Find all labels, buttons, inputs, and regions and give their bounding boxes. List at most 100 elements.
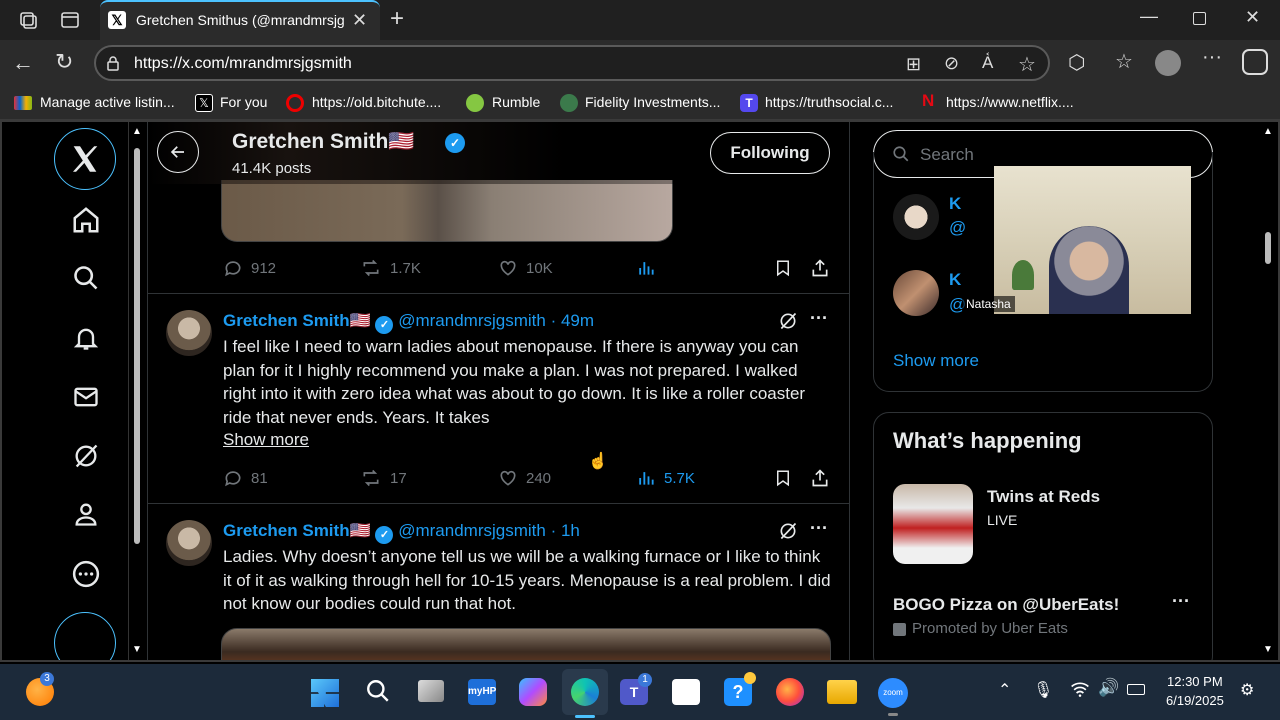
favorites-icon[interactable]: ☆ bbox=[1115, 49, 1133, 74]
profile-avatar[interactable] bbox=[1155, 50, 1181, 76]
left-scrollbar[interactable]: ▲ ▼ bbox=[128, 122, 146, 660]
post-handle[interactable]: @mrandmrsjgsmith bbox=[398, 521, 546, 540]
trend-title[interactable]: Twins at Reds bbox=[987, 487, 1100, 507]
post-author-name[interactable]: Gretchen Smith🇺🇸 bbox=[223, 521, 371, 540]
views-metric[interactable] bbox=[636, 258, 656, 278]
share-icon[interactable] bbox=[810, 258, 830, 283]
notification-bell-icon[interactable]: ⚙ bbox=[1240, 680, 1254, 700]
post-more-icon[interactable]: ··· bbox=[810, 518, 828, 539]
messages-icon[interactable] bbox=[62, 373, 110, 421]
right-scrollbar[interactable]: ▲ ▼ bbox=[1260, 122, 1278, 660]
views-metric[interactable]: 5.7K bbox=[636, 468, 695, 488]
bookmark-item[interactable]: Fidelity Investments... bbox=[585, 94, 720, 110]
promo-more-icon[interactable]: ··· bbox=[1172, 591, 1190, 612]
bookmark-icon[interactable] bbox=[774, 258, 792, 283]
follow-suggestion-name[interactable]: K bbox=[949, 270, 961, 290]
taskbar-search-icon[interactable] bbox=[365, 678, 391, 709]
wifi-icon[interactable] bbox=[1070, 680, 1090, 703]
video-call-overlay[interactable] bbox=[994, 166, 1191, 314]
account-switcher-avatar[interactable] bbox=[54, 612, 116, 660]
scroll-down-icon[interactable]: ▼ bbox=[1263, 644, 1273, 655]
repost-metric[interactable]: 17 bbox=[360, 468, 407, 488]
like-metric[interactable]: 10K bbox=[498, 258, 553, 278]
like-metric[interactable]: 240 bbox=[498, 468, 551, 488]
back-icon[interactable]: ← bbox=[12, 50, 34, 76]
scroll-thumb[interactable] bbox=[134, 148, 140, 544]
post-avatar[interactable] bbox=[166, 520, 212, 566]
bookmark-icon[interactable] bbox=[774, 468, 792, 493]
post-media[interactable] bbox=[221, 628, 831, 660]
profile-icon[interactable] bbox=[62, 490, 110, 538]
myhp-icon[interactable]: myHP bbox=[468, 679, 496, 705]
site-info-icon[interactable] bbox=[105, 55, 121, 71]
follow-suggestion-avatar[interactable] bbox=[893, 194, 939, 240]
clock-date[interactable]: 6/19/2025 bbox=[1166, 693, 1224, 708]
bookmark-item[interactable]: https://truthsocial.c... bbox=[765, 94, 893, 110]
active-tab[interactable]: 𝕏 Gretchen Smithus (@mrandmrsjg ✕ bbox=[100, 0, 380, 40]
notifications-icon[interactable] bbox=[62, 314, 110, 362]
refresh-icon[interactable]: ↻ bbox=[55, 49, 73, 75]
reply-metric[interactable]: 81 bbox=[223, 468, 268, 488]
address-bar[interactable]: https://x.com/mrandmrsjgsmith ⊞ ⊘ A᷾ ☆ bbox=[94, 45, 1050, 81]
store-icon[interactable] bbox=[672, 679, 700, 705]
favorite-star-icon[interactable]: ☆ bbox=[1018, 52, 1036, 77]
restore-icon[interactable] bbox=[1193, 12, 1206, 25]
app-available-icon[interactable]: ⊞ bbox=[906, 54, 921, 75]
read-aloud-icon[interactable]: A᷾ bbox=[982, 53, 993, 73]
close-window-icon[interactable]: ✕ bbox=[1245, 7, 1260, 28]
post-time[interactable]: · 1h bbox=[551, 521, 580, 540]
new-tab-icon[interactable]: + bbox=[390, 5, 404, 33]
bookmark-item[interactable]: Rumble bbox=[492, 94, 540, 110]
follow-suggestion-name[interactable]: K bbox=[949, 194, 961, 214]
post-more-icon[interactable]: ··· bbox=[810, 308, 828, 329]
extensions-icon[interactable]: ⬡ bbox=[1068, 50, 1085, 75]
follow-suggestion-avatar[interactable] bbox=[893, 270, 939, 316]
more-circle-icon[interactable] bbox=[62, 550, 110, 598]
firefox-icon[interactable] bbox=[776, 678, 804, 706]
prev-post-media[interactable] bbox=[221, 180, 673, 242]
zoom-icon[interactable]: zoom bbox=[878, 678, 908, 708]
show-more-link[interactable]: Show more bbox=[893, 351, 979, 371]
show-hidden-icons[interactable]: ⌃ bbox=[998, 680, 1011, 700]
scroll-up-icon[interactable]: ▲ bbox=[1263, 126, 1273, 137]
back-button[interactable] bbox=[157, 131, 199, 173]
volume-icon[interactable]: 🔊 bbox=[1098, 678, 1119, 698]
repost-metric[interactable]: 1.7K bbox=[360, 258, 421, 278]
post-time[interactable]: · 49m bbox=[551, 311, 594, 330]
mic-icon[interactable]: 🎙 bbox=[1033, 680, 1053, 700]
start-icon[interactable] bbox=[311, 679, 339, 707]
bookmark-item[interactable]: https://www.netflix.... bbox=[946, 94, 1074, 110]
tab-actions-icon[interactable] bbox=[60, 10, 80, 30]
reply-metric[interactable]: 912 bbox=[223, 258, 276, 278]
bookmark-item[interactable]: Manage active listin... bbox=[40, 94, 175, 110]
bookmark-item[interactable]: https://old.bitchute.... bbox=[312, 94, 441, 110]
x-logo-icon[interactable] bbox=[54, 128, 116, 190]
copilot-icon[interactable] bbox=[1242, 49, 1268, 75]
file-explorer-icon[interactable] bbox=[827, 680, 857, 704]
trend-image[interactable] bbox=[893, 484, 973, 564]
grok-post-icon[interactable] bbox=[778, 521, 798, 546]
following-button[interactable]: Following bbox=[710, 132, 830, 174]
workspaces-icon[interactable] bbox=[18, 10, 38, 30]
grok-post-icon[interactable] bbox=[778, 311, 798, 336]
promo-title[interactable]: BOGO Pizza on @UberEats! bbox=[893, 595, 1119, 615]
tracking-prevention-icon[interactable]: ⊘ bbox=[944, 53, 959, 74]
battery-icon[interactable] bbox=[1127, 684, 1145, 695]
url-text[interactable]: https://x.com/mrandmrsjgsmith bbox=[134, 55, 352, 73]
show-more-link[interactable]: Show more bbox=[223, 430, 309, 450]
scroll-thumb[interactable] bbox=[1265, 232, 1271, 264]
home-icon[interactable] bbox=[62, 196, 110, 244]
post-author-name[interactable]: Gretchen Smith🇺🇸 bbox=[223, 311, 371, 330]
bookmark-item[interactable]: For you bbox=[220, 94, 267, 110]
post-handle[interactable]: @mrandmrsjgsmith bbox=[398, 311, 546, 330]
follow-suggestion-handle[interactable]: @ bbox=[949, 218, 966, 238]
more-menu-icon[interactable]: ··· bbox=[1202, 46, 1222, 69]
minimize-icon[interactable]: — bbox=[1140, 6, 1158, 27]
post-avatar[interactable] bbox=[166, 310, 212, 356]
scroll-down-icon[interactable]: ▼ bbox=[132, 644, 142, 655]
grok-icon[interactable] bbox=[62, 432, 110, 480]
share-icon[interactable] bbox=[810, 468, 830, 493]
scroll-up-icon[interactable]: ▲ bbox=[132, 126, 142, 137]
search-icon[interactable] bbox=[62, 254, 110, 302]
task-view-icon[interactable] bbox=[418, 680, 444, 702]
